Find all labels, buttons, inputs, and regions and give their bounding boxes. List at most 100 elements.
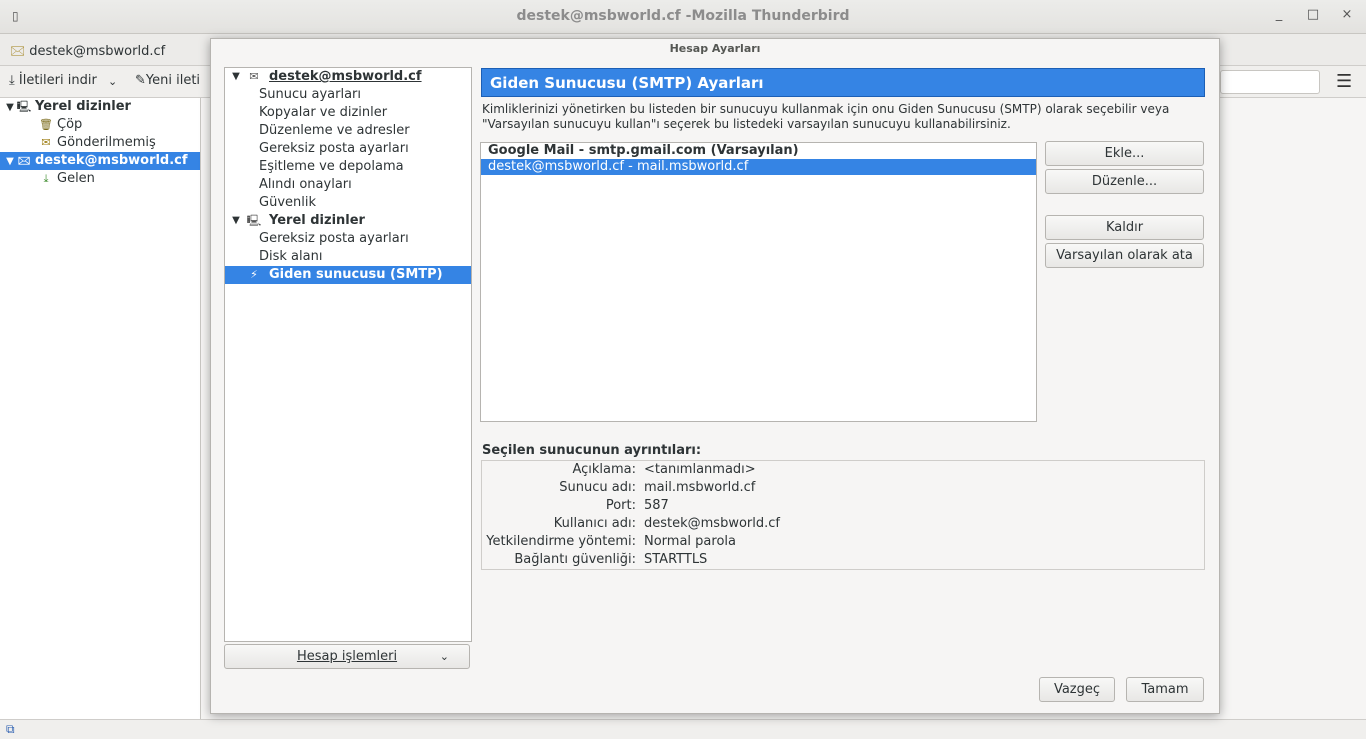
folder-outbox[interactable]: ✉ Gönderilmemiş bbox=[0, 134, 200, 152]
tree-item-composition[interactable]: Düzenleme ve adresler bbox=[225, 122, 471, 140]
cancel-button[interactable]: Vazgeç bbox=[1039, 677, 1115, 702]
detail-key: Sunucu adı: bbox=[559, 480, 636, 495]
status-bar: ⧉ bbox=[0, 719, 1366, 739]
detail-key: Kullanıcı adı: bbox=[553, 516, 636, 531]
pencil-icon: ✎ bbox=[135, 73, 146, 88]
detail-key: Yetkilendirme yöntemi: bbox=[486, 534, 636, 549]
smtp-server-list[interactable]: Google Mail - smtp.gmail.com (Varsayılan… bbox=[480, 142, 1037, 422]
tree-item-server-settings[interactable]: Sunucu ayarları bbox=[225, 86, 471, 104]
tree-local-folders[interactable]: ▼ 🖳 Yerel dizinler bbox=[225, 212, 471, 230]
tree-item-label: Kopyalar ve dizinler bbox=[259, 105, 388, 120]
collapse-icon[interactable]: ▼ bbox=[230, 212, 242, 230]
mail-account-icon: 🖂 bbox=[10, 44, 26, 59]
detail-value: Normal parola bbox=[644, 534, 736, 549]
server-row-default[interactable]: Google Mail - smtp.gmail.com (Varsayılan… bbox=[481, 143, 1036, 159]
collapse-icon[interactable]: ▼ bbox=[4, 99, 16, 117]
minimize-button[interactable]: _ bbox=[1268, 7, 1290, 27]
detail-row-port: Port: 587 bbox=[482, 497, 1202, 515]
folder-account[interactable]: ▼ 🖂 destek@msbworld.cf bbox=[0, 152, 200, 170]
detail-value: destek@msbworld.cf bbox=[644, 516, 780, 531]
ok-button[interactable]: Tamam bbox=[1126, 677, 1204, 702]
get-messages-label: İletileri indir bbox=[18, 73, 97, 88]
envelope-icon: ✉ bbox=[249, 70, 259, 83]
tree-item-label: Düzenleme ve adresler bbox=[259, 123, 410, 138]
tree-item-local-junk[interactable]: Gereksiz posta ayarları bbox=[225, 230, 471, 248]
add-button[interactable]: Ekle... bbox=[1045, 141, 1204, 166]
detail-key: Açıklama: bbox=[572, 462, 636, 477]
tree-account[interactable]: ▼ ✉ destek@msbworld.cf bbox=[225, 68, 471, 86]
edit-button[interactable]: Düzenle... bbox=[1045, 169, 1204, 194]
folder-inbox[interactable]: ⤓ Gelen bbox=[0, 170, 200, 188]
tree-item-receipts[interactable]: Alındı onayları bbox=[225, 176, 471, 194]
tree-item-disk-space[interactable]: Disk alanı bbox=[225, 248, 471, 266]
collapse-icon[interactable]: ▼ bbox=[230, 68, 242, 86]
dialog-title: Hesap Ayarları bbox=[669, 42, 761, 55]
collapse-icon[interactable]: ▼ bbox=[4, 153, 16, 171]
new-message-button[interactable]: ✎Yeni ileti bbox=[135, 73, 200, 88]
folder-label: Gönderilmemiş bbox=[57, 135, 156, 150]
get-messages-button[interactable]: ⤓ İletileri indir bbox=[9, 73, 97, 88]
account-tree: ▼ ✉ destek@msbworld.cf Sunucu ayarları K… bbox=[224, 67, 472, 642]
computer-icon: 🖳 bbox=[16, 100, 32, 113]
detail-row-auth: Yetkilendirme yöntemi: Normal parola bbox=[482, 533, 1202, 551]
new-message-label: Yeni ileti bbox=[145, 73, 201, 88]
account-actions-button[interactable]: Hesap işlemleri ⌄ bbox=[224, 644, 470, 669]
folder-label: Çöp bbox=[57, 117, 83, 132]
download-icon: ⤓ bbox=[9, 73, 15, 88]
folder-local[interactable]: ▼ 🖳 Yerel dizinler bbox=[0, 98, 200, 116]
tree-item-label: Gereksiz posta ayarları bbox=[259, 231, 409, 246]
folder-label: Yerel dizinler bbox=[35, 99, 131, 114]
trash-icon: 🗑 bbox=[39, 118, 53, 131]
tree-item-security[interactable]: Güvenlik bbox=[225, 194, 471, 212]
detail-key: Port: bbox=[605, 498, 636, 513]
detail-row-description: Açıklama: <tanımlanmadı> bbox=[482, 461, 1202, 479]
account-actions-label: Hesap işlemleri bbox=[296, 649, 398, 664]
tree-item-label: Sunucu ayarları bbox=[259, 87, 361, 102]
tab-account[interactable]: 🖂 destek@msbworld.cf bbox=[0, 34, 200, 66]
panel-title: Giden Sunucusu (SMTP) Ayarları bbox=[481, 68, 1205, 97]
online-status-icon[interactable]: ⧉ bbox=[6, 722, 15, 737]
tree-item-label: Eşitleme ve depolama bbox=[259, 159, 404, 174]
detail-value: STARTTLS bbox=[644, 552, 708, 567]
server-row-selected[interactable]: destek@msbworld.cf - mail.msbworld.cf bbox=[481, 159, 1036, 175]
tree-item-label: Gereksiz posta ayarları bbox=[259, 141, 409, 156]
tree-item-smtp[interactable]: ⚡ Giden sunucusu (SMTP) bbox=[225, 266, 471, 284]
tree-local-label: Yerel dizinler bbox=[269, 213, 365, 228]
tree-item-copies-folders[interactable]: Kopyalar ve dizinler bbox=[225, 104, 471, 122]
close-button[interactable]: × bbox=[1336, 7, 1358, 27]
detail-value: <tanımlanmadı> bbox=[644, 462, 756, 477]
detail-value: mail.msbworld.cf bbox=[644, 480, 756, 495]
chevron-down-icon: ⌄ bbox=[439, 650, 449, 663]
folder-trash[interactable]: 🗑 Çöp bbox=[0, 116, 200, 134]
outbox-icon: ✉ bbox=[41, 136, 51, 149]
folder-pane: ▼ 🖳 Yerel dizinler 🗑 Çöp ✉ Gönderilmemiş ▼ 🖂 d… bbox=[0, 98, 201, 719]
folder-label: destek@msbworld.cf bbox=[35, 153, 188, 168]
outgoing-server-icon: ⚡ bbox=[250, 268, 258, 281]
server-details: Açıklama: <tanımlanmadı> Sunucu adı: mail.… bbox=[481, 460, 1205, 570]
remove-button[interactable]: Kaldır bbox=[1045, 215, 1204, 240]
menu-icon[interactable]: ☰ bbox=[1336, 71, 1352, 92]
set-default-button[interactable]: Varsayılan olarak ata bbox=[1045, 243, 1204, 268]
detail-key: Bağlantı güvenliği: bbox=[514, 552, 636, 567]
detail-row-server: Sunucu adı: mail.msbworld.cf bbox=[482, 479, 1202, 497]
maximize-button[interactable]: □ bbox=[1302, 7, 1324, 27]
detail-row-username: Kullanıcı adı: destek@msbworld.cf bbox=[482, 515, 1202, 533]
detail-value: 587 bbox=[644, 498, 669, 513]
search-input[interactable] bbox=[1220, 70, 1320, 94]
get-messages-dropdown[interactable]: ⌄ bbox=[108, 75, 117, 88]
detail-row-security: Bağlantı güvenliği: STARTTLS bbox=[482, 551, 1202, 569]
account-settings-dialog: Hesap Ayarları ▼ ✉ destek@msbworld.cf Su… bbox=[210, 38, 1220, 714]
mail-account-icon: 🖂 bbox=[17, 154, 31, 167]
tree-item-sync-storage[interactable]: Eşitleme ve depolama bbox=[225, 158, 471, 176]
details-title: Seçilen sunucunun ayrıntıları: bbox=[482, 443, 702, 458]
tree-item-label: Disk alanı bbox=[259, 249, 323, 264]
tree-item-junk-settings[interactable]: Gereksiz posta ayarları bbox=[225, 140, 471, 158]
panel-description: Kimliklerinizi yönetirken bu listeden bi… bbox=[482, 102, 1170, 131]
tree-account-label: destek@msbworld.cf bbox=[269, 69, 422, 84]
window-title: destek@msbworld.cf -Mozilla Thunderbird bbox=[516, 8, 850, 24]
tab-account-label: destek@msbworld.cf bbox=[29, 44, 166, 59]
folder-label: Gelen bbox=[57, 171, 95, 186]
tree-item-label: Alındı onayları bbox=[259, 177, 352, 192]
window-titlebar: ▯ destek@msbworld.cf -Mozilla Thunderbir… bbox=[0, 0, 1366, 34]
tree-item-label: Giden sunucusu (SMTP) bbox=[269, 267, 443, 282]
